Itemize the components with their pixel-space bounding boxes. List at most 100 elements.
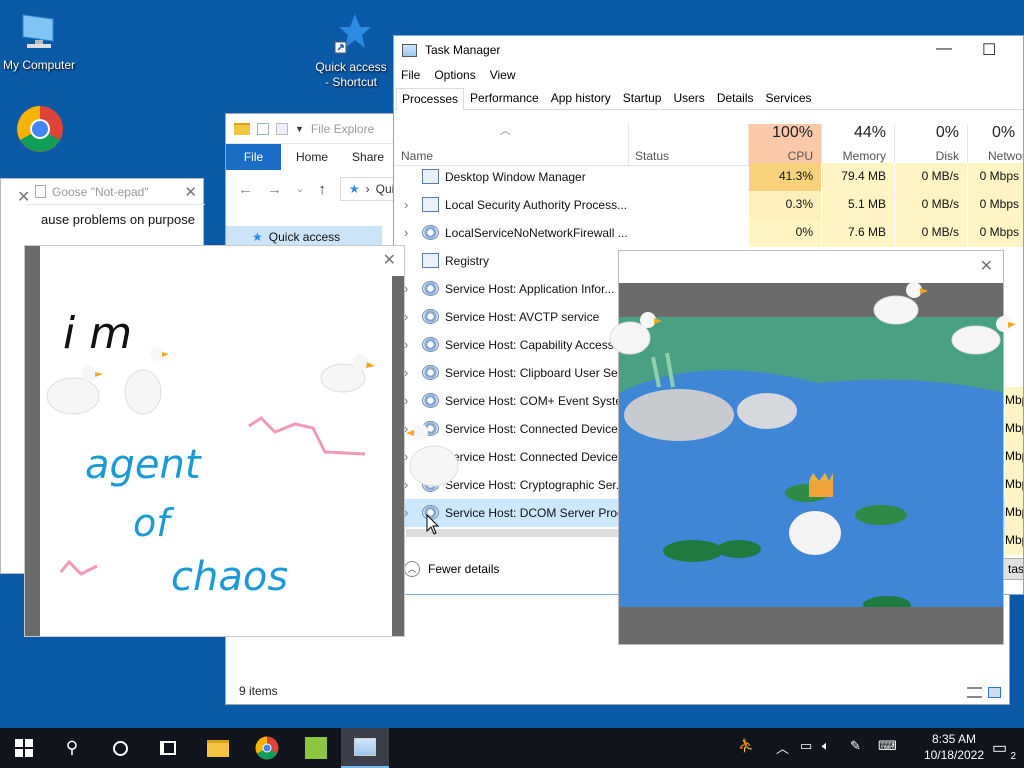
column-header-disk[interactable]: 0% Disk [895, 124, 968, 166]
chevron-down-icon[interactable]: ⌄ [296, 184, 304, 195]
task-view-icon [160, 741, 176, 755]
action-center-button[interactable]: ▭ 2 [990, 736, 1016, 762]
tab-performance[interactable]: Performance [464, 87, 545, 109]
goose-notepad-titlebar[interactable]: Goose "Not-epad" ✕ [27, 179, 205, 205]
column-header-name[interactable]: ︿ Name [394, 124, 629, 166]
clock-date: 10/18/2022 [923, 748, 984, 762]
details-view-icon[interactable] [967, 687, 982, 698]
lily-pad [855, 505, 907, 525]
clock-time: 8:35 AM [931, 732, 976, 746]
forward-arrow-icon[interactable]: → [267, 181, 282, 198]
tab-users[interactable]: Users [667, 87, 710, 109]
maximize-button[interactable]: ☐ [982, 40, 996, 60]
task-manager-icon [354, 738, 376, 756]
goose-sprite [320, 354, 375, 393]
fewer-details-button[interactable]: ︿ Fewer details [404, 561, 499, 577]
lily-pad [717, 540, 761, 558]
pen-icon[interactable]: ✎ [850, 738, 861, 754]
handwriting-im: i m [63, 308, 132, 359]
ribbon-tab-file[interactable]: File [226, 144, 281, 170]
goose-app-icon [305, 737, 327, 759]
desktop-goose-sprite [951, 316, 1016, 355]
chevron-up-icon[interactable]: ︿ [776, 738, 789, 757]
new-folder-icon[interactable] [276, 122, 288, 135]
close-icon[interactable]: ✕ [184, 183, 197, 201]
drawing-canvas: i m agent of chaos [46, 308, 375, 600]
network-icon[interactable]: ▭ [800, 738, 812, 754]
tab-app-history[interactable]: App history [545, 87, 617, 109]
close-icon[interactable]: ✕ [980, 256, 993, 276]
column-header-network[interactable]: 0% Network [968, 124, 1023, 166]
chevron-right-icon[interactable]: › [404, 225, 408, 240]
video-frame [619, 283, 1003, 644]
gear-icon [422, 365, 439, 380]
end-task-button[interactable]: tas [1003, 558, 1023, 580]
tab-details[interactable]: Details [711, 87, 760, 109]
taskbar-chrome[interactable] [243, 728, 291, 768]
minimize-button[interactable]: — [936, 40, 952, 58]
chevron-right-icon[interactable]: › [404, 197, 408, 212]
circle-icon [112, 740, 128, 756]
keyboard-icon[interactable]: ⌨ [878, 738, 897, 754]
folder-icon [207, 739, 229, 757]
ribbon-tab-share[interactable]: Share [340, 150, 396, 164]
windows-logo-icon [15, 739, 33, 757]
notification-icon: ▭ [992, 740, 1008, 757]
game-scene-image [619, 283, 1003, 644]
notification-badge: 2 [1010, 751, 1016, 762]
goose-with-crown [789, 511, 841, 555]
process-row[interactable]: › Local Security Authority Process... 0.… [394, 191, 1023, 219]
menu-options[interactable]: Options [434, 68, 475, 82]
cortana-button[interactable] [96, 728, 144, 768]
task-manager-tabs: Processes Performance App history Startu… [394, 86, 1023, 110]
task-manager-titlebar[interactable]: Task Manager [394, 36, 1023, 64]
clock[interactable]: 8:35 AM 10/18/2022 [924, 731, 984, 763]
start-button[interactable] [0, 728, 48, 768]
tab-services[interactable]: Services [760, 87, 818, 109]
chrome-icon [16, 105, 64, 153]
search-button[interactable]: ⚲ [48, 728, 96, 768]
menu-view[interactable]: View [490, 68, 516, 82]
column-header-memory[interactable]: 44% Memory [822, 124, 895, 166]
explorer-title: File Explore [310, 121, 375, 136]
task-view-button[interactable] [144, 728, 192, 768]
star-icon: ★ [348, 182, 360, 196]
ribbon-tab-home[interactable]: Home [281, 150, 340, 164]
column-header-cpu[interactable]: 100% CPU [749, 124, 822, 166]
handwriting-of: of [133, 501, 175, 545]
folder-icon [234, 122, 250, 135]
process-row[interactable]: › LocalServiceNoNetworkFirewall ... 0% 7… [394, 219, 1023, 247]
chevron-down-icon[interactable]: ▼ [295, 124, 304, 134]
desktop-icon-chrome[interactable] [0, 105, 80, 157]
goose-drawing-window[interactable]: ✕ i m agent of chaos [24, 245, 405, 637]
pink-scribble [248, 416, 366, 456]
taskbar-file-explorer[interactable] [194, 728, 242, 768]
application-icon [422, 169, 439, 184]
process-table-header: ︿ Name Status 100% CPU 44% Memory 0% Dis… [394, 124, 1023, 166]
star-icon [331, 12, 371, 56]
chevron-right-icon: › [365, 182, 370, 196]
status-bar-item-count: 9 items [239, 684, 278, 698]
people-icon[interactable]: ⛹ [738, 738, 754, 754]
desktop-icon-label: - Shortcut [324, 75, 378, 89]
properties-icon[interactable] [257, 122, 269, 135]
process-row[interactable]: Desktop Window Manager 41.3% 79.4 MB 0 M… [394, 163, 1023, 191]
gear-icon [422, 309, 439, 324]
tab-startup[interactable]: Startup [617, 87, 668, 109]
goose-video-window[interactable]: ✕ [618, 250, 1004, 645]
column-header-status[interactable]: Status [629, 124, 749, 166]
lily-pad [663, 540, 723, 562]
desktop-icon-quick-access[interactable]: Quick access - Shortcut [310, 12, 392, 90]
taskbar: ⚲ ⛹ ︿ ▭ 🔈︎ ✎ ⌨ 8:35 AM 10/18/2022 ▭ 2 [0, 728, 1024, 768]
taskbar-goose-app[interactable] [292, 728, 340, 768]
large-icons-view-icon[interactable] [988, 687, 1001, 698]
back-arrow-icon[interactable]: ← [238, 181, 253, 198]
tab-processes[interactable]: Processes [396, 88, 465, 110]
desktop-icon-my-computer[interactable]: My Computer [0, 10, 80, 73]
menu-file[interactable]: File [401, 68, 420, 82]
volume-icon[interactable]: 🔈︎ [822, 738, 830, 754]
taskbar-task-manager[interactable] [341, 728, 389, 768]
mouse-cursor-icon [426, 514, 440, 535]
search-icon: ⚲ [65, 738, 79, 757]
up-arrow-icon[interactable]: ↑ [318, 181, 326, 198]
